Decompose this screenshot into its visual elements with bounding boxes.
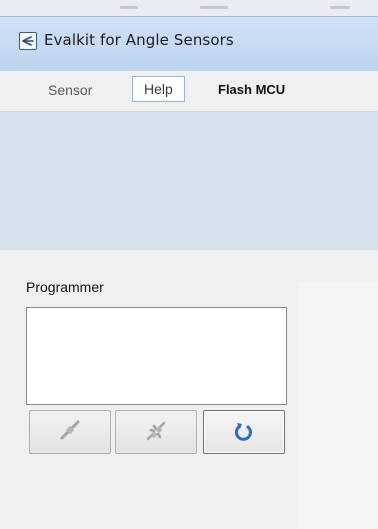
- right-panel-area: [298, 283, 378, 529]
- connect-button[interactable]: [29, 410, 111, 454]
- disconnect-plug-icon: [146, 421, 166, 441]
- angle-glyph-icon: [22, 36, 34, 46]
- app-window: Evalkit for Angle Sensors Sensor Help Fl…: [0, 16, 378, 529]
- top-strip-mark: [120, 6, 138, 9]
- menu-bar: Sensor Help Flash MCU: [0, 71, 378, 112]
- angle-sensor-app-icon[interactable]: [19, 32, 37, 50]
- programmer-label: Programmer: [26, 279, 104, 295]
- top-strip-mark: [200, 6, 228, 9]
- programmer-listbox[interactable]: [26, 307, 287, 405]
- menu-item-help[interactable]: Help: [132, 76, 185, 102]
- window-title: Evalkit for Angle Sensors: [44, 31, 234, 49]
- refresh-button[interactable]: [203, 410, 285, 454]
- disconnect-button[interactable]: [115, 410, 197, 454]
- programmer-panel: Programmer: [0, 251, 378, 529]
- top-strip-mark: [330, 6, 350, 9]
- header-banner: [0, 112, 378, 250]
- title-bar[interactable]: Evalkit for Angle Sensors: [0, 17, 378, 71]
- connect-plug-icon: [60, 420, 80, 440]
- menu-item-flash-mcu[interactable]: Flash MCU: [208, 79, 295, 101]
- screen-top-strip: [0, 0, 378, 17]
- menu-item-sensor[interactable]: Sensor: [38, 79, 102, 101]
- refresh-icon: [234, 423, 252, 441]
